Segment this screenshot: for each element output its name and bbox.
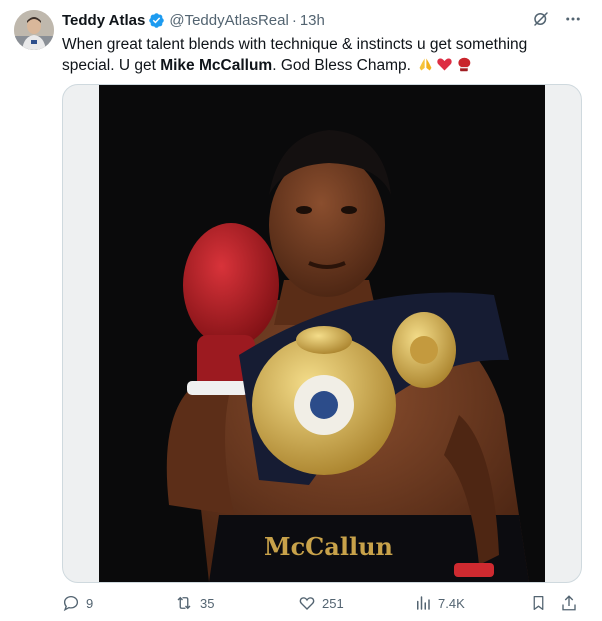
share-icon — [560, 594, 578, 612]
reply-icon — [62, 594, 80, 612]
author-name[interactable]: Teddy Atlas — [62, 12, 145, 29]
bookmark-button[interactable] — [530, 594, 547, 612]
repost-button[interactable]: 35 — [174, 594, 214, 612]
folded-hands-icon — [417, 56, 434, 79]
repost-count: 35 — [200, 595, 215, 611]
author-handle[interactable]: @TeddyAtlasReal — [169, 12, 288, 29]
views-count: 7.4K — [438, 595, 465, 611]
like-icon — [298, 594, 316, 612]
tweet-text: When great talent blends with technique … — [62, 34, 562, 79]
bookmark-icon — [530, 594, 547, 612]
views-button[interactable]: 7.4K — [414, 594, 465, 612]
like-count: 251 — [322, 595, 344, 611]
grok-icon[interactable] — [532, 10, 550, 28]
tweet-text-bold: Mike McCallum — [160, 57, 273, 74]
tweet-header: Teddy Atlas @TeddyAtlasReal · 13h — [62, 10, 325, 30]
separator-dot: · — [291, 11, 297, 29]
trunks-text: McCallun — [264, 532, 393, 561]
avatar[interactable] — [14, 10, 54, 50]
more-icon[interactable] — [564, 10, 582, 28]
reply-count: 9 — [86, 595, 94, 611]
views-icon — [414, 594, 432, 612]
header-actions — [532, 10, 582, 28]
tweet-text-part2: . God Bless Champ. — [272, 57, 416, 74]
boxing-glove-icon — [455, 56, 472, 79]
repost-icon — [174, 594, 194, 612]
tweet-time[interactable]: 13h — [300, 12, 325, 29]
like-button[interactable]: 251 — [298, 594, 344, 612]
verified-badge-icon — [148, 12, 165, 29]
tweet[interactable]: Teddy Atlas @TeddyAtlasReal · 13h When g… — [0, 0, 602, 621]
tweet-media[interactable]: McCallun — [62, 84, 582, 583]
boxer-photo: McCallun — [99, 85, 545, 582]
share-button[interactable] — [560, 594, 578, 612]
red-heart-icon — [436, 56, 453, 79]
reply-button[interactable]: 9 — [62, 594, 93, 612]
tweet-actions: 9 35 251 7.4K — [62, 594, 582, 614]
